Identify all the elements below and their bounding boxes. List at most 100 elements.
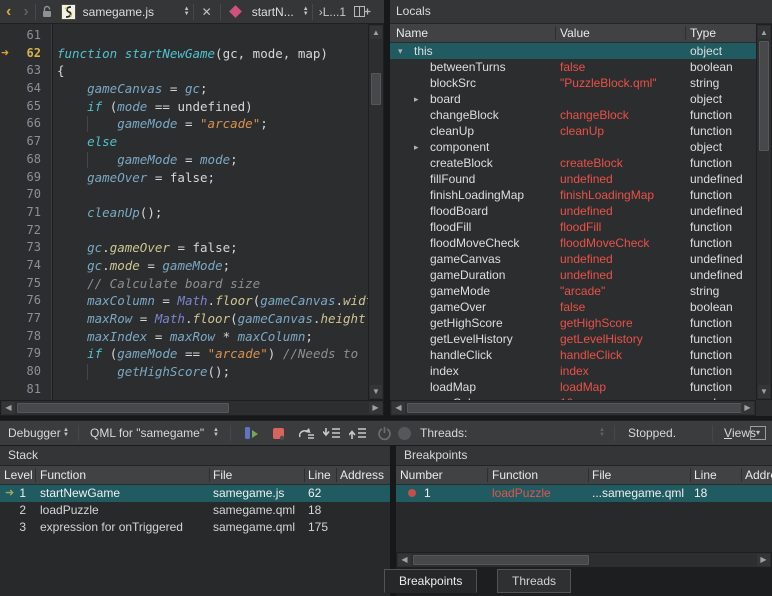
go-back-button[interactable]: ‹ [0,1,17,23]
scroll-up-icon[interactable]: ▲ [758,26,770,39]
views-dropdown-icon[interactable]: ▾ [750,426,766,440]
debugger-combo[interactable]: Debugger [8,421,61,445]
close-document-button[interactable]: ✕ [194,5,220,19]
code-line[interactable] [53,27,368,45]
scroll-up-icon[interactable]: ▲ [370,26,382,39]
interrupt-button[interactable] [269,421,289,445]
column-header-function[interactable]: Function [40,466,86,484]
scroll-right-icon[interactable]: ▶ [757,554,770,566]
tab-breakpoints[interactable]: Breakpoints [384,569,477,593]
column-header-function[interactable]: Function [492,466,538,484]
gutter-line[interactable]: 66 [0,115,51,133]
scroll-left-icon[interactable]: ◀ [392,402,405,414]
record-button[interactable] [394,421,414,445]
symbol-combo-arrows[interactable]: ▲▼ [300,7,312,17]
step-out-button[interactable] [348,421,368,445]
file-combo-arrows[interactable]: ▲▼ [181,7,193,17]
locals-row[interactable]: blockSrc"PuzzleBlock.qml"string [390,75,756,91]
column-header-line[interactable]: Line [308,466,331,484]
locals-row[interactable]: getHighScoregetHighScorefunction [390,315,756,331]
gutter-line[interactable]: 76 [0,292,51,310]
scroll-thumb[interactable] [17,403,229,413]
locals-hscrollbar[interactable]: ◀ ▶ [390,400,756,416]
code-line[interactable]: maxIndex = maxRow * maxColumn; [53,328,368,346]
locals-row[interactable]: createBlockcreateBlockfunction [390,155,756,171]
tab-threads[interactable]: Threads [497,569,571,593]
gutter-line[interactable]: 64 [0,80,51,98]
gutter-line[interactable]: 63 [0,62,51,80]
code-line[interactable] [53,186,368,204]
gutter-line[interactable]: 75 [0,275,51,293]
locals-row[interactable]: fillFoundundefinedundefined [390,171,756,187]
scroll-right-icon[interactable]: ▶ [741,402,754,414]
column-header-file[interactable]: File [592,466,611,484]
code-line[interactable]: gameCanvas = gc; [53,80,368,98]
column-header-level[interactable]: Level [4,466,33,484]
column-header-type[interactable]: Type [690,24,716,42]
gutter-line[interactable]: 69 [0,169,51,187]
stack-row[interactable]: 3expression for onTriggeredsamegame.qml1… [0,519,390,536]
code-line[interactable]: if (mode == undefined) [53,98,368,116]
gutter-line[interactable]: 73 [0,239,51,257]
restart-power-button[interactable] [374,421,394,445]
locals-row[interactable]: floodFillfloodFillfunction [390,219,756,235]
column-header-value[interactable]: Value [560,24,590,42]
locals-row[interactable]: floodBoardundefinedundefined [390,203,756,219]
scroll-thumb[interactable] [413,555,589,565]
gutter-line[interactable]: 67 [0,133,51,151]
symbol-selector[interactable]: startN... [248,5,300,19]
locals-row[interactable]: gameOverfalseboolean [390,299,756,315]
gutter-line[interactable]: ➜62 [0,45,51,63]
locals-row[interactable]: ▾thisobject [390,43,756,59]
code-line[interactable]: gameOver = false; [53,169,368,187]
locals-row[interactable]: ▸boardobject [390,91,756,107]
code-line[interactable] [53,222,368,240]
threads-combo-arrows[interactable]: ▲▼ [596,421,608,445]
gutter-line[interactable]: 70 [0,186,51,204]
breakpoint-row[interactable]: 1loadPuzzle...samegame.qml18 [396,485,772,502]
scroll-left-icon[interactable]: ◀ [398,554,411,566]
gutter-line[interactable]: 79 [0,345,51,363]
code-line[interactable] [53,381,368,399]
code-line[interactable]: gameMode = "arcade"; [53,115,368,133]
expander-open-icon[interactable]: ▾ [398,43,403,59]
code-line[interactable]: function startNewGame(gc, mode, map) [53,45,368,63]
expander-closed-icon[interactable]: ▸ [414,139,419,155]
stack-row[interactable]: ➜1startNewGamesamegame.js62 [0,485,390,502]
gutter-line[interactable]: 61 [0,27,51,45]
code-line[interactable]: if (gameMode == "arcade") //Needs to [53,345,368,363]
code-line[interactable]: // Calculate board size [53,275,368,293]
locals-row[interactable]: betweenTurnsfalseboolean [390,59,756,75]
gutter-line[interactable]: 80 [0,363,51,381]
column-header-address[interactable]: Address [340,466,384,484]
gutter-line[interactable]: 71 [0,204,51,222]
locals-vscrollbar[interactable]: ▲ ▼ [756,24,772,400]
code-line[interactable]: gc.mode = gameMode; [53,257,368,275]
code-line[interactable]: cleanUp(); [53,204,368,222]
gutter-line[interactable]: 78 [0,328,51,346]
scroll-down-icon[interactable]: ▼ [370,385,382,398]
column-header-number[interactable]: Number [400,466,443,484]
code-line[interactable]: maxRow = Math.floor(gameCanvas.height [53,310,368,328]
code-line[interactable]: else [53,133,368,151]
gutter-line[interactable]: 72 [0,222,51,240]
gutter-line[interactable]: 81 [0,381,51,399]
step-over-button[interactable] [296,421,316,445]
scroll-left-icon[interactable]: ◀ [2,402,15,414]
line-column-indicator[interactable]: ›L...1 [313,5,352,19]
scroll-thumb[interactable] [371,73,381,105]
debugger-combo-arrows[interactable]: ▲▼ [60,421,72,445]
gutter-line[interactable]: 68 [0,151,51,169]
code-line[interactable]: getHighScore(); [53,363,368,381]
step-into-button[interactable] [322,421,342,445]
breakpoints-hscrollbar[interactable]: ◀ ▶ [396,552,772,568]
column-header-line[interactable]: Line [694,466,717,484]
locals-row[interactable]: floodMoveCheckfloodMoveCheckfunction [390,235,756,251]
locals-row[interactable]: loadMaploadMapfunction [390,379,756,395]
gutter[interactable]: 61➜6263646566676869707172737475767778798… [0,24,52,400]
gutter-line[interactable]: 65 [0,98,51,116]
engine-combo-arrows[interactable]: ▲▼ [210,421,222,445]
locals-row[interactable]: changeBlockchangeBlockfunction [390,107,756,123]
locals-row[interactable]: getLevelHistorygetLevelHistoryfunction [390,331,756,347]
code-line[interactable]: gc.gameOver = false; [53,239,368,257]
